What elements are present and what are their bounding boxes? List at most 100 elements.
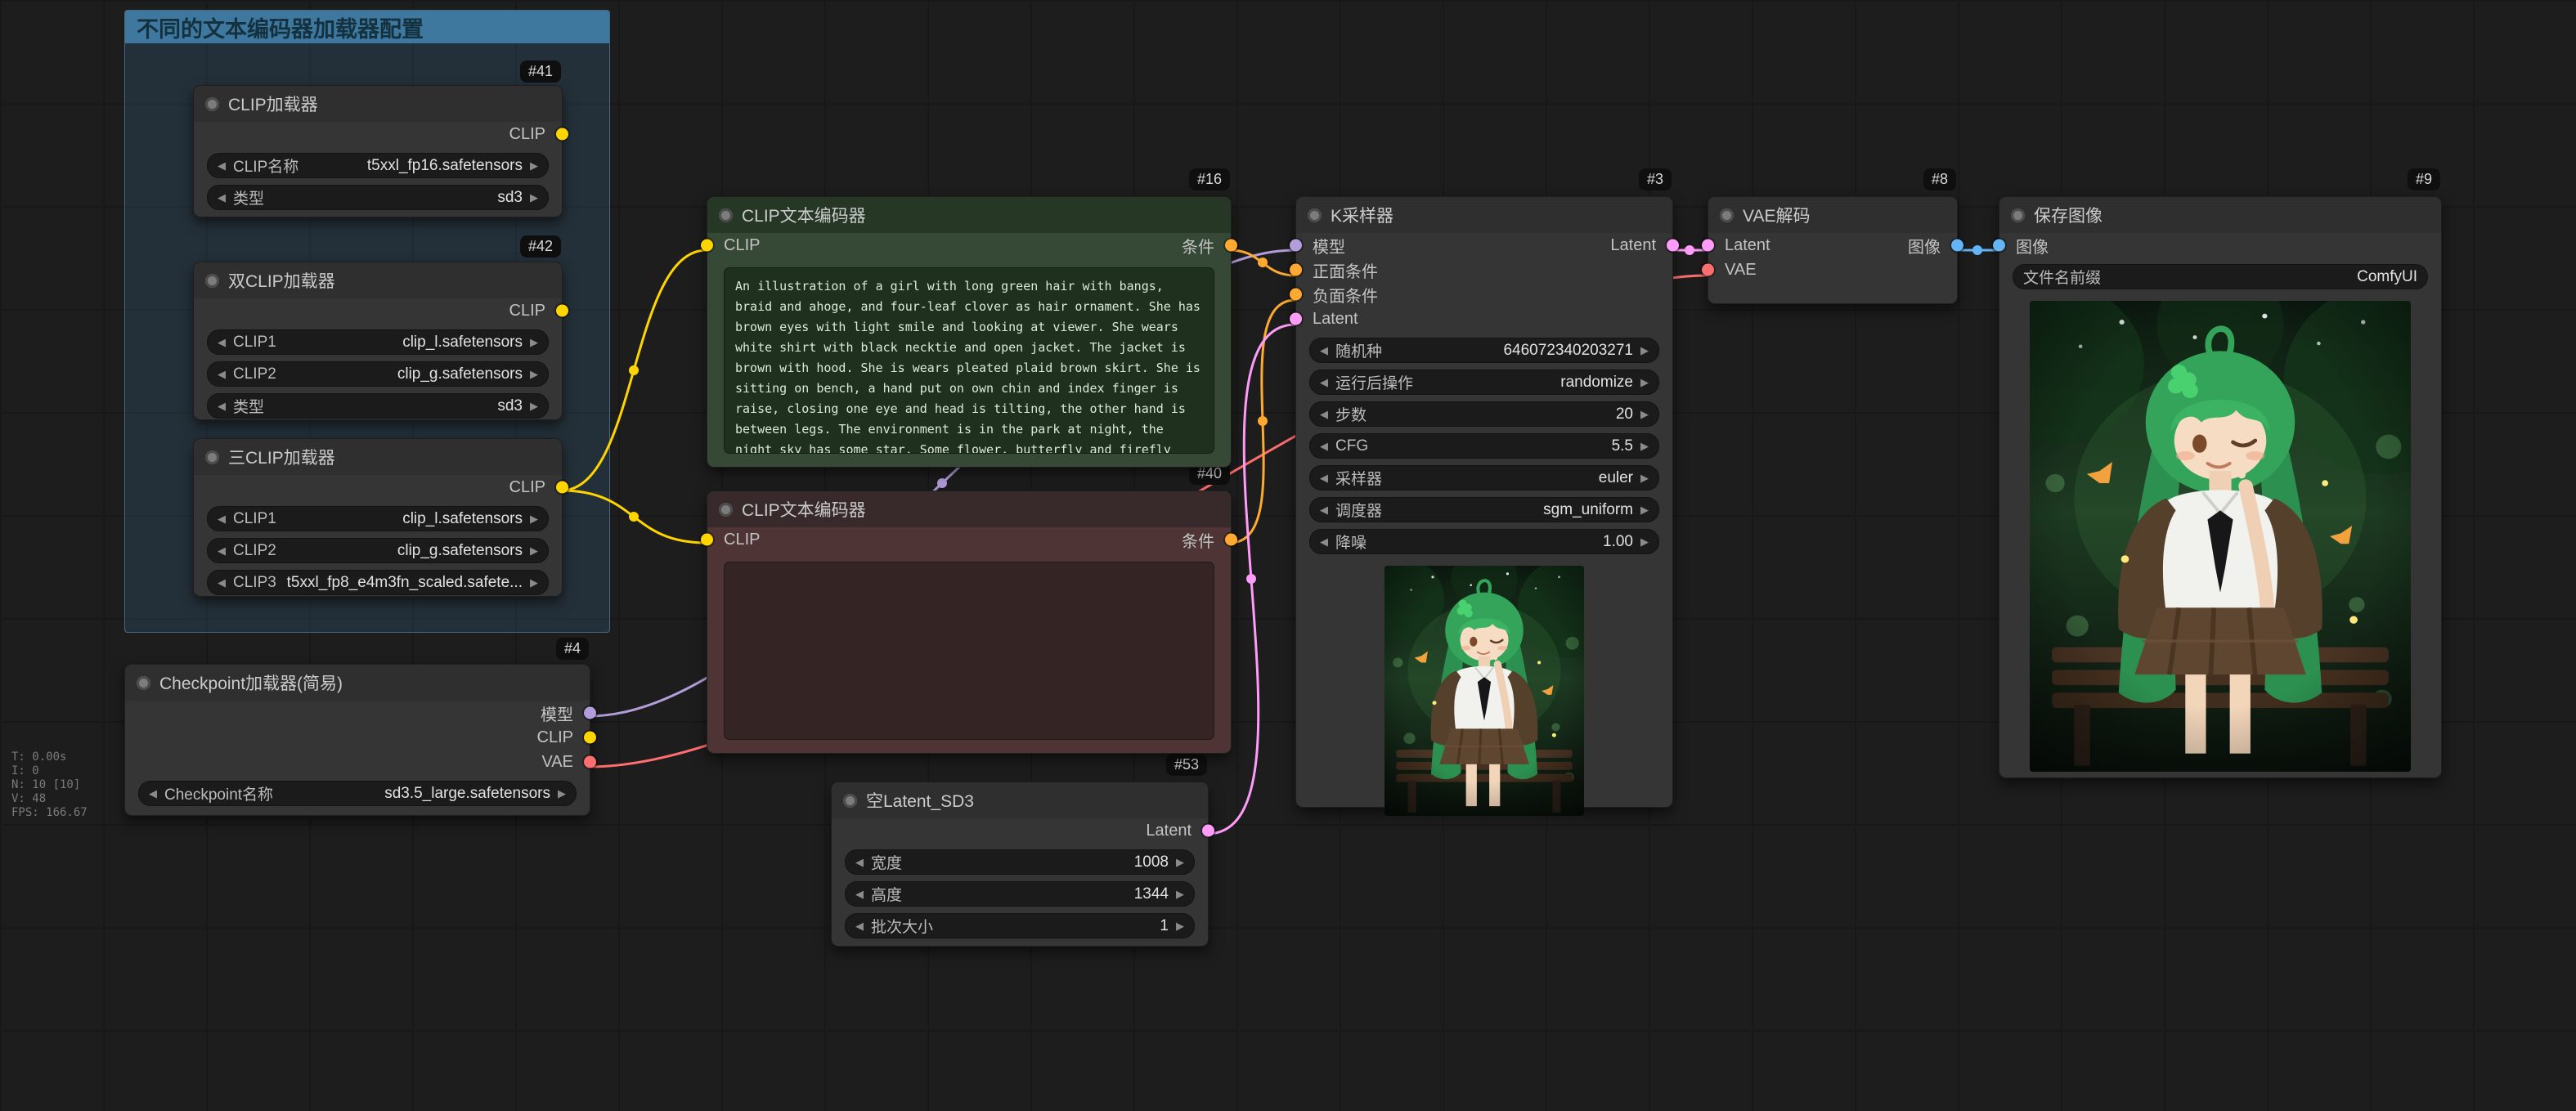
collapse-dot-icon[interactable] <box>1308 208 1322 222</box>
decrement-arrow-icon[interactable]: ◀ <box>218 336 226 349</box>
decrement-arrow-icon[interactable]: ◀ <box>855 920 864 933</box>
slot-dot-conditioning[interactable] <box>1290 264 1302 276</box>
collapse-dot-icon[interactable] <box>843 794 857 808</box>
slot-dot-clip[interactable] <box>701 240 713 252</box>
output-slot-vae[interactable]: VAE <box>541 753 573 772</box>
output-slot-conditioning[interactable]: 条件 <box>1182 234 1214 258</box>
output-slot-image[interactable]: 图像 <box>1908 234 1941 258</box>
node-vae-decode[interactable]: VAE解码 Latent 图像 VAE <box>1708 196 1958 304</box>
collapse-dot-icon[interactable] <box>205 274 219 288</box>
slot-dot-conditioning[interactable] <box>1225 240 1237 252</box>
widget-clip2[interactable]: ◀ CLIP2 clip_g.safetensors ▶ <box>207 361 549 387</box>
slot-dot-vae[interactable] <box>584 756 596 768</box>
widget-denoise[interactable]: ◀ 降噪 1.00 ▶ <box>1309 529 1659 554</box>
output-slot-clip[interactable]: CLIP <box>509 125 545 144</box>
node-title-bar[interactable]: CLIP文本编码器 <box>707 197 1231 233</box>
slot-dot-clip[interactable] <box>556 128 568 141</box>
slot-dot-latent[interactable] <box>1290 313 1302 325</box>
widget-clip3[interactable]: ◀ CLIP3 t5xxl_fp8_e4m3fn_scaled.safete..… <box>207 570 549 595</box>
slot-dot-latent[interactable] <box>1667 240 1679 252</box>
group-title-bar[interactable]: 不同的文本编码器加载器配置 <box>125 11 609 43</box>
node-empty-latent-sd3[interactable]: 空Latent_SD3 Latent ◀ 宽度 1008 ▶ ◀ 高度 1344… <box>831 782 1209 947</box>
widget-batch-size[interactable]: ◀ 批次大小 1 ▶ <box>845 913 1195 939</box>
decrement-arrow-icon[interactable]: ◀ <box>1320 504 1328 517</box>
increment-arrow-icon[interactable]: ▶ <box>530 576 538 589</box>
increment-arrow-icon[interactable]: ▶ <box>530 544 538 558</box>
increment-arrow-icon[interactable]: ▶ <box>530 336 538 349</box>
slot-dot-clip[interactable] <box>584 732 596 744</box>
node-title-bar[interactable]: CLIP文本编码器 <box>707 491 1231 527</box>
input-slot-negative-conditioning[interactable]: 负面条件 <box>1313 283 1378 307</box>
widget-type[interactable]: ◀ 类型 sd3 ▶ <box>207 185 549 210</box>
increment-arrow-icon[interactable]: ▶ <box>1640 472 1649 485</box>
output-slot-model[interactable]: 模型 <box>541 701 573 725</box>
widget-control-after-generate[interactable]: ◀ 运行后操作 randomize ▶ <box>1309 370 1659 395</box>
node-checkpoint-loader[interactable]: Checkpoint加载器(简易) 模型 CLIP VAE ◀ Checkpoi… <box>124 664 590 816</box>
node-title-bar[interactable]: K采样器 <box>1296 197 1672 233</box>
increment-arrow-icon[interactable]: ▶ <box>530 159 538 172</box>
widget-height[interactable]: ◀ 高度 1344 ▶ <box>845 881 1195 907</box>
widget-clip2[interactable]: ◀ CLIP2 clip_g.safetensors ▶ <box>207 538 549 563</box>
output-slot-clip[interactable]: CLIP <box>537 728 573 747</box>
output-slot-clip[interactable]: CLIP <box>509 478 545 497</box>
increment-arrow-icon[interactable]: ▶ <box>530 368 538 381</box>
increment-arrow-icon[interactable]: ▶ <box>1640 535 1649 549</box>
decrement-arrow-icon[interactable]: ◀ <box>1320 440 1328 453</box>
decrement-arrow-icon[interactable]: ◀ <box>218 576 226 589</box>
node-triple-clip-loader[interactable]: 三CLIP加载器 CLIP ◀ CLIP1 clip_l.safetensors… <box>193 438 563 597</box>
node-title-bar[interactable]: 双CLIP加载器 <box>194 262 562 298</box>
input-slot-positive-conditioning[interactable]: 正面条件 <box>1313 258 1378 282</box>
slot-dot-clip[interactable] <box>556 305 568 317</box>
decrement-arrow-icon[interactable]: ◀ <box>855 856 864 869</box>
slot-dot-image[interactable] <box>1993 240 2005 252</box>
node-title-bar[interactable]: 三CLIP加载器 <box>194 439 562 475</box>
collapse-dot-icon[interactable] <box>205 450 219 464</box>
input-slot-clip[interactable]: CLIP <box>724 531 760 549</box>
slot-dot-conditioning[interactable] <box>1225 534 1237 546</box>
widget-filename-prefix[interactable]: 文件名前缀 ComfyUI <box>2013 264 2428 289</box>
output-slot-latent[interactable]: Latent <box>1146 822 1192 840</box>
increment-arrow-icon[interactable]: ▶ <box>1640 344 1649 357</box>
collapse-dot-icon[interactable] <box>2011 208 2025 222</box>
increment-arrow-icon[interactable]: ▶ <box>530 513 538 526</box>
increment-arrow-icon[interactable]: ▶ <box>1640 504 1649 517</box>
slot-dot-clip[interactable] <box>701 534 713 546</box>
node-title-bar[interactable]: VAE解码 <box>1708 197 1957 233</box>
increment-arrow-icon[interactable]: ▶ <box>1640 376 1649 389</box>
decrement-arrow-icon[interactable]: ◀ <box>218 368 226 381</box>
slot-dot-conditioning[interactable] <box>1290 289 1302 301</box>
input-slot-model[interactable]: 模型 <box>1313 234 1345 258</box>
input-slot-vae[interactable]: VAE <box>1725 261 1757 280</box>
slot-dot-image[interactable] <box>1951 240 1963 252</box>
slot-dot-model[interactable] <box>584 707 596 719</box>
decrement-arrow-icon[interactable]: ◀ <box>218 400 226 413</box>
input-slot-clip[interactable]: CLIP <box>724 236 760 255</box>
collapse-dot-icon[interactable] <box>719 208 733 222</box>
collapse-dot-icon[interactable] <box>1720 208 1734 222</box>
widget-clip1[interactable]: ◀ CLIP1 clip_l.safetensors ▶ <box>207 329 549 355</box>
prompt-text-input[interactable]: An illustration of a girl with long gree… <box>724 267 1214 454</box>
slot-dot-latent[interactable] <box>1702 240 1714 252</box>
increment-arrow-icon[interactable]: ▶ <box>1640 440 1649 453</box>
increment-arrow-icon[interactable]: ▶ <box>558 787 566 800</box>
widget-scheduler[interactable]: ◀ 调度器 sgm_uniform ▶ <box>1309 497 1659 522</box>
widget-cfg[interactable]: ◀ CFG 5.5 ▶ <box>1309 433 1659 459</box>
decrement-arrow-icon[interactable]: ◀ <box>218 159 226 172</box>
graph-canvas[interactable]: 不同的文本编码器加载器配置 <box>0 0 2576 1111</box>
node-title-bar[interactable]: Checkpoint加载器(简易) <box>125 665 590 701</box>
decrement-arrow-icon[interactable]: ◀ <box>1320 376 1328 389</box>
collapse-dot-icon[interactable] <box>719 503 733 517</box>
increment-arrow-icon[interactable]: ▶ <box>1176 888 1184 901</box>
widget-type[interactable]: ◀ 类型 sd3 ▶ <box>207 393 549 419</box>
node-title-bar[interactable]: 空Latent_SD3 <box>832 782 1208 818</box>
decrement-arrow-icon[interactable]: ◀ <box>1320 408 1328 421</box>
decrement-arrow-icon[interactable]: ◀ <box>1320 344 1328 357</box>
increment-arrow-icon[interactable]: ▶ <box>530 400 538 413</box>
input-slot-latent[interactable]: Latent <box>1313 310 1358 329</box>
decrement-arrow-icon[interactable]: ◀ <box>218 544 226 558</box>
node-clip-text-encode-negative[interactable]: CLIP文本编码器 CLIP 条件 <box>707 491 1232 754</box>
slot-dot-clip[interactable] <box>556 482 568 494</box>
widget-width[interactable]: ◀ 宽度 1008 ▶ <box>845 849 1195 875</box>
input-slot-latent[interactable]: Latent <box>1725 236 1770 255</box>
collapse-dot-icon[interactable] <box>205 97 219 111</box>
